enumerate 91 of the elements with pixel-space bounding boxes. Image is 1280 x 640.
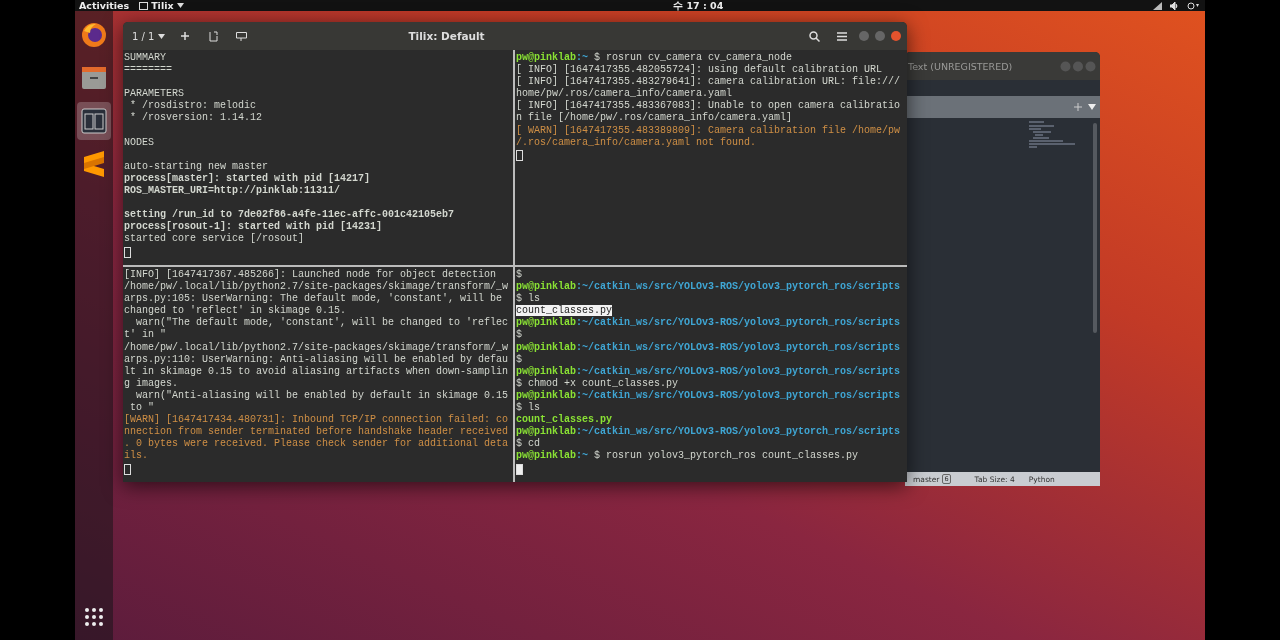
terminal-line: arps.py:110: UserWarning: Anti-aliasing will be enabled by defau bbox=[124, 353, 509, 365]
caret-icon[interactable] bbox=[1088, 104, 1096, 110]
terminal-line: SUMMARY bbox=[124, 52, 166, 63]
terminal-line: n file [/home/pw/.ros/camera_info/camera.yaml] bbox=[516, 112, 793, 124]
close-button[interactable] bbox=[891, 31, 901, 41]
prompt-user: pw@pinklab bbox=[516, 341, 576, 353]
split-icon bbox=[208, 30, 218, 42]
terminal-line: PARAMETERS bbox=[124, 88, 184, 100]
prompt-path: :~/catkin_ws/src/YOLOv3-ROS/yolov3_pytorch_ros/scripts bbox=[576, 389, 901, 401]
terminal-line: [ INFO] [1647417355.483367083]: Unable to open camera calibratio bbox=[516, 100, 901, 112]
prompt-user: pw@pinklab bbox=[516, 426, 576, 438]
terminal-line: setting /run_id to 7de02f86-a4fe-11ec-affc-001c42105eb7 bbox=[124, 209, 455, 221]
terminal-icon bbox=[139, 1, 149, 10]
terminal-line: nnection from sender terminated before handshake header received bbox=[124, 426, 509, 438]
split-icon bbox=[235, 31, 247, 41]
prompt-user: pw@pinklab bbox=[516, 450, 576, 462]
terminal-line: process[rosout-1]: started with pid [14231] bbox=[124, 221, 383, 233]
app-grid-icon bbox=[84, 607, 104, 627]
terminal-line: lt in skimage 0.15 to avoid aliasing artifacts when down-samplin bbox=[124, 365, 509, 377]
terminal-line: [WARN] [1647417434.480731]: Inbound TCP/IP connection failed: co bbox=[124, 414, 509, 426]
window-title: Tilix: Default bbox=[408, 30, 485, 42]
terminal-line: ils. bbox=[124, 450, 148, 462]
prompt-path: :~/catkin_ws/src/YOLOv3-ROS/yolov3_pytorch_ros/scripts bbox=[576, 426, 901, 438]
terminal-line: $ bbox=[516, 329, 522, 341]
terminal-line: [ INFO] [1647417355.483279641]: camera calibration URL: file:/// bbox=[516, 76, 901, 88]
editor-icon bbox=[81, 150, 107, 178]
terminal-line: warn("Anti-aliasing will be enabled by default in skimage 0.15 bbox=[135, 389, 509, 401]
search-icon bbox=[808, 30, 820, 42]
terminal-pane[interactable] bbox=[515, 265, 907, 482]
terminal-line: to " bbox=[129, 402, 154, 414]
terminal-line: /home/pw/.local/lib/python2.7/site-packages/skimage/transform/_w bbox=[124, 281, 509, 293]
prompt-path: :~ bbox=[576, 450, 589, 462]
terminal-pane[interactable] bbox=[123, 265, 515, 482]
terminal-line: $ ls bbox=[516, 402, 540, 414]
terminal-line: * /rosdistro: melodic bbox=[129, 100, 257, 112]
command-text: $ rosrun yolov3_pytorch_ros count_classes.py bbox=[593, 450, 859, 462]
prompt-user: pw@pinklab bbox=[516, 317, 576, 329]
terminal-line: count_classes.py bbox=[516, 414, 612, 426]
terminal-line: /home/pw/.local/lib/python2.7/site-packages/skimage/transform/_w bbox=[124, 341, 509, 353]
prompt-path: :~/catkin_ws/src/YOLOv3-ROS/yolov3_pytorch_ros/scripts bbox=[576, 281, 901, 293]
terminal-line: NODES bbox=[124, 136, 154, 148]
terminal-line: * /rosversion: 1.14.12 bbox=[129, 112, 263, 124]
terminal-line: arps.py:105: UserWarning: The default mode, 'constant', will be bbox=[124, 293, 503, 305]
terminal-icon bbox=[81, 108, 107, 134]
prompt-path: :~/catkin_ws/src/YOLOv3-ROS/yolov3_pytorch_ros/scripts bbox=[576, 317, 901, 329]
prompt-path: :~ bbox=[576, 52, 589, 63]
terminal-line: warn("The default mode, 'constant', will be changed to 'reflec bbox=[135, 317, 509, 329]
caret-icon bbox=[176, 3, 184, 8]
caret-icon bbox=[158, 33, 166, 39]
terminal-line: $ chmod +x count_classes.py bbox=[516, 377, 679, 389]
terminal-line: process[master]: started with pid [14217] bbox=[124, 172, 371, 184]
activities-button[interactable]: Activities bbox=[79, 0, 130, 11]
terminal-line: . 0 bytes were received. Please check sender for additional deta bbox=[124, 438, 509, 450]
command-text: $ rosrun cv_camera cv_camera_node bbox=[593, 52, 793, 63]
window-title: Text (UNREGISTERED) bbox=[907, 60, 1013, 72]
prompt-path: :~/catkin_ws/src/YOLOv3-ROS/yolov3_pytorch_ros/scripts bbox=[576, 341, 901, 353]
menu-icon bbox=[837, 31, 847, 41]
file-cabinet-icon bbox=[80, 65, 108, 91]
terminal-line: /.ros/camera_info/camera.yaml not found. bbox=[516, 136, 757, 148]
terminal-pane[interactable] bbox=[515, 50, 907, 265]
network-icon[interactable] bbox=[1153, 1, 1162, 10]
terminal-pane[interactable] bbox=[123, 50, 515, 265]
dock-item[interactable] bbox=[77, 102, 111, 140]
prompt-path: :~/catkin_ws/src/YOLOv3-ROS/yolov3_pytorch_ros/scripts bbox=[576, 365, 901, 377]
terminal-line: $ ls bbox=[516, 293, 540, 305]
terminal-line: $ bbox=[516, 269, 522, 280]
terminal-line: t' in " bbox=[124, 329, 166, 341]
prompt-user: pw@pinklab bbox=[516, 281, 576, 293]
terminal-line: $ bbox=[516, 353, 522, 365]
clock[interactable]: 수 17 : 04 bbox=[613, 0, 724, 11]
power-icon[interactable] bbox=[1187, 1, 1199, 10]
terminal-line: [INFO] [1647417367.485266]: Launched node for object detection bbox=[124, 269, 497, 280]
prompt-user: pw@pinklab bbox=[516, 52, 576, 63]
plus-icon bbox=[181, 32, 190, 40]
terminal-line: auto-starting new master bbox=[124, 160, 269, 172]
session-button[interactable]: 1 / 1 bbox=[129, 26, 169, 46]
prompt-user: pw@pinklab bbox=[516, 389, 576, 401]
terminal-line: changed to 'reflect' in skimage 0.15. bbox=[124, 305, 347, 317]
terminal-line: g images. bbox=[124, 377, 178, 389]
firefox-icon bbox=[80, 21, 108, 49]
terminal-line: $ cd bbox=[516, 438, 540, 450]
terminal-line: ======== bbox=[124, 64, 172, 76]
volume-icon[interactable] bbox=[1170, 1, 1179, 10]
terminal-line: ROS_MASTER_URI=http://pinklab:11311/ bbox=[124, 185, 341, 197]
terminal-line: home/pw/.ros/camera_info/camera.yaml bbox=[516, 88, 733, 100]
terminal-line: [ WARN] [1647417355.483389809]: Camera calibration file /home/pw bbox=[516, 124, 901, 136]
prompt-user: pw@pinklab bbox=[516, 365, 576, 377]
terminal-line: started core service [/rosout] bbox=[124, 233, 305, 245]
scrollbar[interactable] bbox=[1093, 123, 1097, 333]
app-menu[interactable]: Tilix bbox=[151, 0, 174, 11]
terminal-line: [ INFO] [1647417355.482055724]: using default calibration URL bbox=[516, 64, 883, 76]
